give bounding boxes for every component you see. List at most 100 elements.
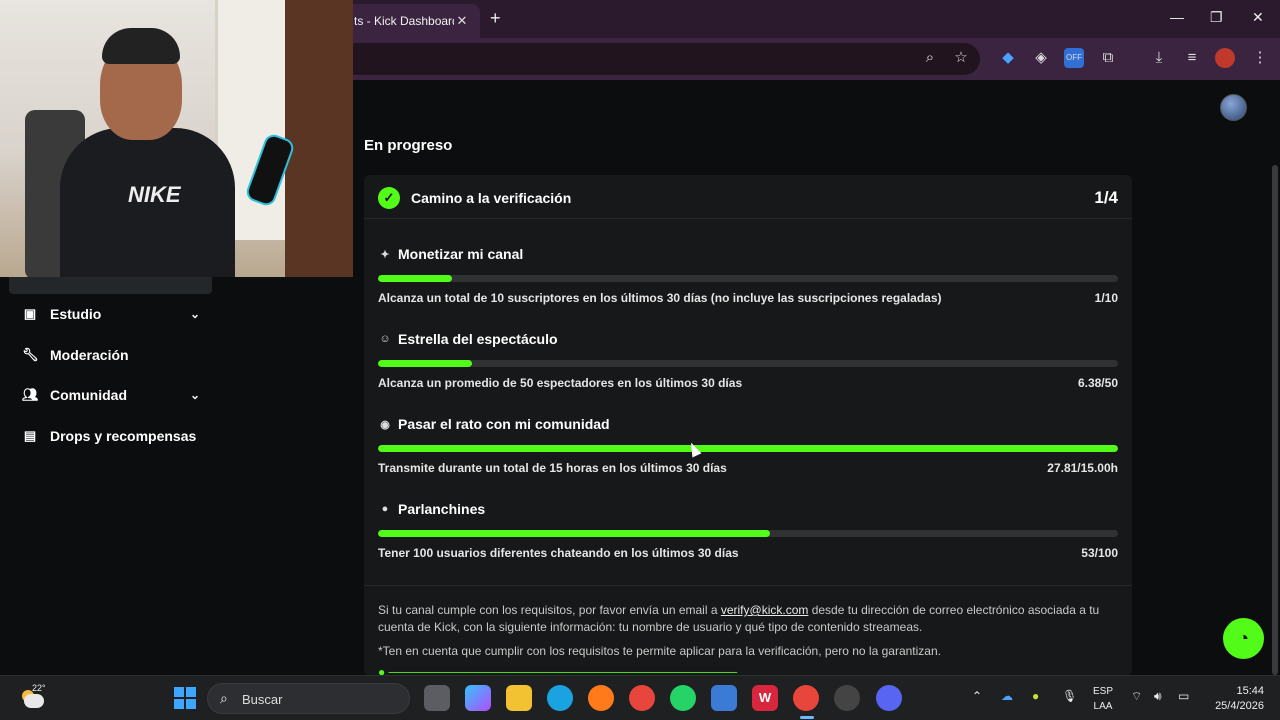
goal-name: Estrella del espectáculo — [398, 331, 558, 347]
page-scrollbar[interactable] — [1272, 165, 1278, 675]
broadcast-icon: ◉ — [380, 418, 390, 431]
note-text: Si tu canal cumple con los requisitos, p… — [378, 603, 721, 617]
progress-bar — [378, 445, 1118, 452]
goal-value: 6.38/50 — [1077, 376, 1118, 390]
goal-title: ◉ Pasar el rato con mi comunidad — [378, 416, 610, 432]
webcam-overlay: NIKE — [0, 0, 353, 277]
clock-time: 15:44 — [1236, 685, 1264, 697]
goal-title: ☺ Estrella del espectáculo — [378, 331, 558, 347]
whatsapp-icon[interactable] — [670, 685, 696, 711]
discord-icon[interactable] — [876, 685, 902, 711]
menu-icon[interactable]: ⋮ — [1250, 48, 1270, 68]
extension-icon[interactable]: ◆ — [998, 48, 1018, 68]
wifi-icon[interactable]: ⌔ — [1131, 689, 1142, 704]
download-icon[interactable]: ⤓ — [1149, 48, 1169, 68]
chevron-down-icon[interactable]: ⌄ — [190, 388, 200, 402]
onedrive-icon[interactable]: ☁ — [1001, 689, 1013, 703]
chevron-down-icon[interactable]: ⌄ — [190, 307, 200, 321]
goal-title: ● Parlanchines — [378, 501, 485, 517]
goal-description: Transmite durante un total de 15 horas e… — [378, 461, 727, 475]
sidebar-item-estudio[interactable]: ▣ Estudio ⌄ — [22, 302, 200, 326]
address-bar[interactable] — [340, 43, 980, 75]
tab-close-icon[interactable]: ✕ — [454, 13, 470, 29]
progress-fill — [378, 445, 1118, 452]
goal-item: ◉ Pasar el rato con mi comunidad Transmi… — [378, 416, 1118, 496]
obs-icon[interactable] — [834, 685, 860, 711]
goal-title: ✦ Monetizar mi canal — [378, 246, 523, 262]
extension-icon[interactable]: ◈ — [1031, 48, 1051, 68]
verification-disclaimer: *Ten en cuenta que cumplir con los requi… — [378, 644, 941, 658]
tray-app-icon[interactable]: ● — [1032, 689, 1039, 703]
task-view-icon[interactable] — [424, 685, 450, 711]
microphone-icon[interactable]: 🎙︎ — [1062, 689, 1077, 703]
wrench-icon: 🔧︎ — [22, 347, 39, 362]
bookmark-star-icon[interactable]: ☆ — [951, 48, 971, 68]
extension-off-icon[interactable]: OFF — [1064, 48, 1084, 68]
progress-fill — [378, 275, 452, 282]
taskbar-search[interactable]: ⌕ Buscar — [207, 683, 410, 714]
sidebar-item-label: Estudio — [50, 306, 102, 322]
section-title: En progreso — [364, 137, 453, 154]
chrome-active-icon[interactable] — [793, 685, 819, 711]
streamer-hair — [102, 28, 180, 64]
card-header: ✓ Camino a la verificación 1/4 — [364, 175, 1132, 219]
edge-icon[interactable] — [547, 685, 573, 711]
divider — [364, 585, 1132, 586]
language-indicator[interactable]: ESP LAA — [1093, 684, 1113, 714]
battery-icon[interactable]: ▭ — [1178, 689, 1189, 703]
close-window-icon[interactable]: ✕ — [1252, 9, 1264, 26]
system-clock[interactable]: 15:44 25/4/2026 — [1206, 684, 1264, 714]
sidebar-item-drops[interactable]: ▤ Drops y recompensas — [22, 424, 200, 448]
minimize-icon[interactable]: — — [1170, 9, 1184, 25]
goal-name: Pasar el rato con mi comunidad — [398, 416, 610, 432]
file-explorer-icon[interactable] — [506, 685, 532, 711]
goal-description: Alcanza un promedio de 50 espectadores e… — [378, 376, 743, 390]
progress-bar — [378, 530, 1118, 537]
volume-icon[interactable]: 🔊︎ — [1154, 689, 1162, 704]
goal-name: Monetizar mi canal — [398, 246, 524, 262]
users-icon: ☺ — [379, 333, 391, 345]
media-icon[interactable]: ≡ — [1182, 48, 1202, 68]
copilot-icon[interactable] — [465, 685, 491, 711]
chrome-icon[interactable] — [629, 685, 655, 711]
taskbar: 22° ⌕ Buscar W ⌃ ☁ ● 🎙︎ ESP LAA ⌔ 🔊︎ ▭ 1… — [0, 675, 1280, 720]
sidebar-item-label: Comunidad — [50, 387, 127, 403]
goal-item: ☺ Estrella del espectáculo Alcanza un pr… — [378, 331, 1118, 411]
goal-value: 53/100 — [1081, 546, 1118, 560]
active-indicator — [800, 716, 814, 719]
profile-icon[interactable] — [1215, 48, 1235, 68]
user-avatar[interactable] — [1220, 94, 1247, 121]
tray-expand-icon[interactable]: ⌃ — [972, 689, 982, 703]
verification-card: ✓ Camino a la verificación 1/4 ✦ Monetiz… — [364, 175, 1132, 675]
progress-fill — [378, 360, 473, 367]
goal-item: ✦ Monetizar mi canal Alcanza un total de… — [378, 246, 1118, 326]
background-doorframe — [285, 0, 353, 277]
sidebar-item-comunidad[interactable]: 👥︎ Comunidad ⌄ — [22, 383, 200, 407]
sidebar-item-moderacion[interactable]: 🔧︎ Moderación — [22, 343, 200, 367]
firefox-icon[interactable] — [588, 685, 614, 711]
community-icon: 👥︎ — [22, 387, 39, 402]
search-placeholder: Buscar — [242, 692, 283, 707]
card-title: Camino a la verificación — [411, 190, 572, 206]
new-tab-button[interactable]: + — [490, 8, 501, 29]
store-icon[interactable] — [711, 685, 737, 711]
goal-value: 1/10 — [1094, 291, 1118, 305]
support-chat-button[interactable]: ◔ — [1223, 618, 1264, 659]
puzzle-icon[interactable]: ⧉ — [1098, 48, 1118, 68]
goal-description: Alcanza un total de 10 suscriptores en l… — [378, 291, 942, 305]
temperature: 22° — [32, 683, 46, 693]
studio-icon: ▣ — [23, 306, 37, 321]
goal-item: ● Parlanchines Tener 100 usuarios difere… — [378, 501, 1118, 581]
card-progress-count: 1/4 — [1094, 188, 1118, 207]
email-link[interactable]: verify@kick.com — [721, 603, 809, 617]
progress-bar — [378, 275, 1118, 282]
lang-layout: LAA — [1093, 701, 1113, 712]
start-button[interactable] — [174, 687, 196, 709]
cut-off-line: ● ──────────────────────────────────────… — [378, 665, 738, 675]
tab-title: ts - Kick Dashboard — [354, 14, 454, 28]
sidebar-item-label: Moderación — [50, 347, 129, 363]
zoom-icon[interactable]: ⌕ — [920, 48, 940, 68]
maximize-icon[interactable]: ❐ — [1210, 9, 1223, 26]
wps-icon[interactable]: W — [752, 685, 778, 711]
search-icon: ⌕ — [220, 690, 228, 706]
